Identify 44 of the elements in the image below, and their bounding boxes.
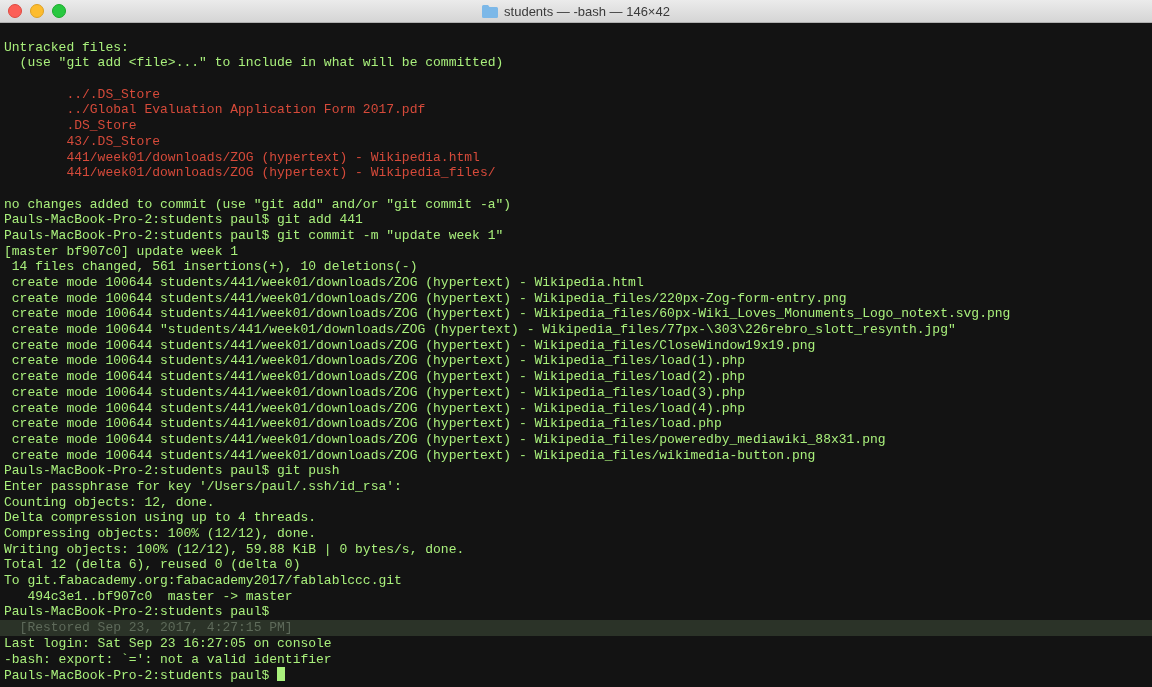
terminal-line: 494c3e1..bf907c0 master -> master <box>26 588 293 604</box>
terminal-line: Pauls-MacBook-Pro-2:students paul$ <box>4 604 270 620</box>
terminal-line: no changes added to commit (use "git add" and/or "git commit -a") <box>4 196 512 212</box>
terminal-line: [master bf907c0] update week 1 <box>4 243 239 259</box>
text-cursor <box>277 667 286 682</box>
terminal-line: Untracked files: <box>4 39 129 55</box>
terminal-line: create mode 100644 students/441/week01/downloads/ZOG (hypertext) - Wikipedia_files/poweredby_mediawiki_88x31.png <box>10 431 886 447</box>
terminal-line: Enter passphrase for key '/Users/paul/.ssh/id_rsa': <box>4 478 402 494</box>
terminal-line: create mode 100644 students/441/week01/downloads/ZOG (hypertext) - Wikipedia_files/load(2).php <box>10 369 746 385</box>
zoom-button[interactable] <box>52 4 66 18</box>
terminal-line: Delta compression using up to 4 threads. <box>4 510 317 526</box>
untracked-file-line: ../Global Evaluation Application Form 2017.pdf <box>65 102 426 118</box>
untracked-file-line: ../.DS_Store <box>65 86 161 102</box>
terminal-line: Pauls-MacBook-Pro-2:students paul$ git push <box>4 463 340 479</box>
terminal-line: create mode 100644 students/441/week01/downloads/ZOG (hypertext) - Wikipedia_files/load(4).php <box>10 400 746 416</box>
terminal-line: create mode 100644 students/441/week01/downloads/ZOG (hypertext) - Wikipedia_files/load(1).php <box>10 353 746 369</box>
terminal-line: Pauls-MacBook-Pro-2:students paul$ git commit -m "update week 1" <box>4 227 504 243</box>
terminal-line: create mode 100644 students/441/week01/downloads/ZOG (hypertext) - Wikipedia_files/CloseWindow19x19.png <box>10 337 816 353</box>
terminal-line: create mode 100644 "students/441/week01/downloads/ZOG (hypertext) - Wikipedia_files/77px-\303\226rebro_slott_resynth.jpg" <box>10 322 956 338</box>
terminal-line: Last login: Sat Sep 23 16:27:05 on console <box>4 635 332 651</box>
folder-icon <box>482 4 499 18</box>
terminal-line: Counting objects: 12, done. <box>4 494 215 510</box>
untracked-file-line: .DS_Store <box>65 118 137 134</box>
untracked-file-line: 441/week01/downloads/ZOG (hypertext) - Wikipedia.html <box>65 149 480 165</box>
terminal-line: create mode 100644 students/441/week01/downloads/ZOG (hypertext) - Wikipedia_files/load.php <box>10 416 722 432</box>
prompt-line: Pauls-MacBook-Pro-2:students paul$ <box>4 668 271 684</box>
window-title: students — -bash — 146×42 <box>504 3 670 19</box>
terminal-line: (use "git add <file>..." to include in what will be committed) <box>18 55 504 71</box>
terminal-line: create mode 100644 students/441/week01/downloads/ZOG (hypertext) - Wikipedia.html <box>10 275 644 290</box>
minimize-button[interactable] <box>30 4 44 18</box>
terminal-line: create mode 100644 students/441/week01/downloads/ZOG (hypertext) - Wikipedia_files/wikimedia-button.png <box>10 447 816 463</box>
untracked-file-line: 441/week01/downloads/ZOG (hypertext) - Wikipedia_files/ <box>65 165 496 181</box>
terminal-line: Pauls-MacBook-Pro-2:students paul$ git add 441 <box>4 212 363 228</box>
terminal-line: -bash: export: `=': not a valid identifier <box>4 651 332 667</box>
terminal-line: create mode 100644 students/441/week01/downloads/ZOG (hypertext) - Wikipedia_files/load(3).php <box>10 384 746 400</box>
terminal-line: Compressing objects: 100% (12/12), done. <box>4 526 317 541</box>
terminal-line: Writing objects: 100% (12/12), 59.88 KiB | 0 bytes/s, done. <box>4 541 465 557</box>
terminal-line: create mode 100644 students/441/week01/downloads/ZOG (hypertext) - Wikipedia_files/60px-Wiki_Loves_Monuments_Logo_notext.svg.png <box>10 306 1011 322</box>
terminal-line: Total 12 (delta 6), reused 0 (delta 0) <box>4 557 301 573</box>
close-button[interactable] <box>8 4 22 18</box>
untracked-file-line: 43/.DS_Store <box>65 133 161 149</box>
terminal-line: 14 files changed, 561 insertions(+), 10 deletions(-) <box>10 259 418 275</box>
terminal-line: To git.fabacademy.org:fabacademy2017/fablablccc.git <box>4 573 402 589</box>
terminal-line: create mode 100644 students/441/week01/downloads/ZOG (hypertext) - Wikipedia_files/220px-Zog-form-entry.png <box>10 290 847 306</box>
